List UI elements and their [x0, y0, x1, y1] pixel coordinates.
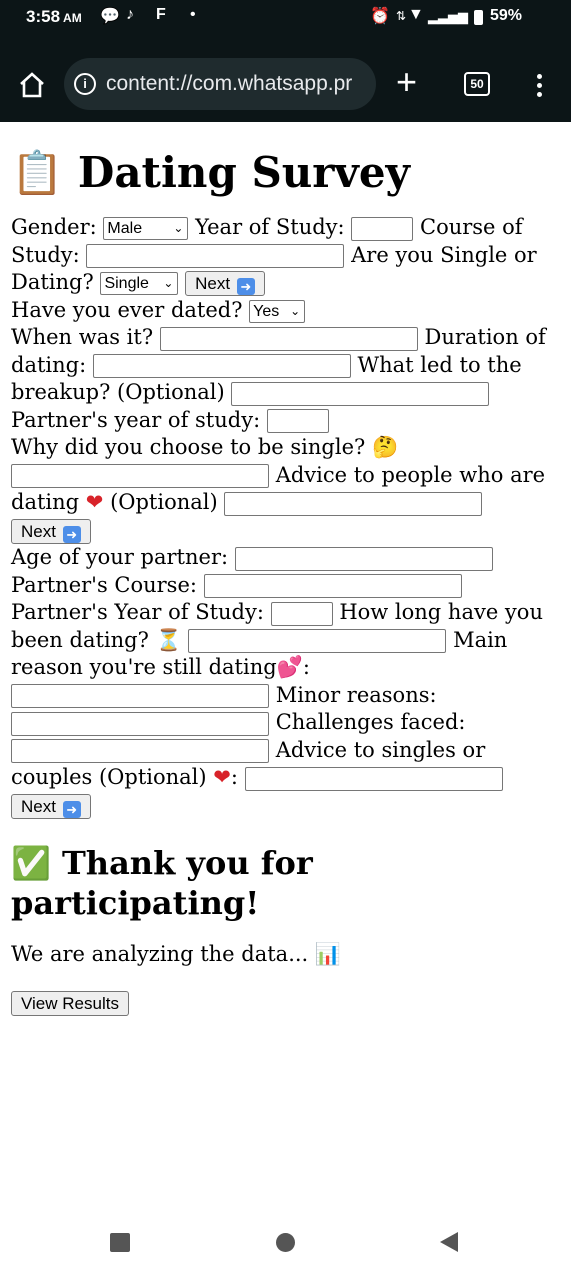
year-of-study-label: Year of Study: [195, 215, 345, 239]
chat-bubble-icon: 💬 [100, 8, 120, 25]
minor-reasons-label: Minor reasons: [275, 682, 437, 707]
browser-toolbar: i content://com.whatsapp.pr + 50 [0, 36, 571, 122]
data-arrows-icon: ⇅ [396, 9, 407, 23]
system-nav-bar [0, 1206, 571, 1280]
wifi-icon: ▼ [408, 6, 424, 23]
single-or-dating-select[interactable]: Single ⌄ [100, 272, 179, 295]
optional-label: (Optional) [110, 490, 218, 514]
partner-year-input[interactable] [266, 409, 329, 433]
signal-icon: ▂▃▅▆ [428, 9, 468, 24]
gender-select[interactable]: Male ⌄ [103, 217, 189, 240]
f-icon: F [156, 6, 166, 23]
partner-year-of-study-input[interactable] [270, 601, 333, 626]
page-content: 📋 Dating Survey Gender: Male ⌄ Year of St… [11, 128, 563, 1016]
back-icon[interactable] [440, 1232, 458, 1252]
tiktok-icon: ♪ [126, 6, 134, 23]
chevron-down-icon: ⌄ [163, 276, 174, 290]
hourglass-icon: ⏳ [155, 627, 182, 652]
address-bar[interactable]: i content://com.whatsapp.pr [64, 58, 376, 110]
chevron-down-icon: ⌄ [173, 221, 184, 235]
when-label: When was it? [11, 325, 154, 349]
dot-icon: • [190, 6, 196, 23]
how-long-input[interactable] [188, 629, 447, 653]
next-button-2[interactable]: Next ➜ [11, 518, 91, 544]
chevron-down-icon: ⌄ [290, 303, 301, 318]
ever-dated-label: Have you ever dated? [11, 297, 243, 322]
arrow-right-icon: ➜ [236, 278, 255, 295]
url-text: content://com.whatsapp.pr [106, 72, 353, 95]
view-results-button[interactable]: View Results [11, 990, 129, 1016]
analyzing-message: We are analyzing the data... 📊 [11, 942, 342, 966]
why-single-label: Why did you choose to be single? [11, 435, 366, 459]
next-button-1[interactable]: Next ➜ [185, 271, 265, 296]
minor-reasons-input[interactable] [11, 711, 269, 736]
advice-singles-input[interactable] [244, 766, 503, 791]
ever-dated-select[interactable]: Yes ⌄ [249, 299, 306, 323]
survey-form: Gender: Male ⌄ Year of Study: Course of S… [11, 215, 546, 819]
bar-chart-icon: 📊 [314, 942, 342, 966]
thinking-face-icon: 🤔 [371, 435, 399, 459]
menu-icon[interactable] [537, 74, 543, 101]
why-single-input[interactable] [11, 464, 269, 488]
new-tab-icon[interactable]: + [396, 64, 417, 100]
year-of-study-input[interactable] [351, 216, 414, 241]
advice-dating-input[interactable] [224, 491, 483, 516]
alarm-icon: ⏰ [370, 8, 390, 25]
main-reason-input[interactable] [11, 684, 269, 708]
age-partner-input[interactable] [234, 546, 493, 571]
challenges-input[interactable] [11, 739, 269, 763]
course-of-study-input[interactable] [86, 244, 345, 268]
two-hearts-icon: 💕 [276, 655, 303, 679]
duration-input[interactable] [92, 354, 351, 378]
status-bar: 3:58 AM 💬 ♪ F • ⏰ ⇅ ▼ ▂▃▅▆ 59% [0, 0, 571, 36]
tab-count-button[interactable]: 50 [464, 72, 490, 96]
status-time: 3:58 AM [26, 7, 82, 26]
partner-course-input[interactable] [203, 574, 462, 598]
heart-icon: ❤ [85, 490, 104, 514]
challenges-label: Challenges faced: [275, 710, 466, 734]
thanks-heading: ✅ Thank you for participating! [11, 844, 313, 922]
arrow-right-icon: ➜ [62, 800, 81, 818]
partner-course-label: Partner's Course: [11, 572, 197, 597]
info-icon[interactable]: i [74, 73, 96, 95]
home-circle-icon[interactable] [276, 1233, 295, 1252]
partner-year-label: Partner's year of study: [11, 407, 261, 432]
arrow-right-icon: ➜ [62, 525, 81, 543]
next-button-3[interactable]: Next ➜ [11, 793, 91, 819]
recent-apps-icon[interactable] [110, 1233, 130, 1252]
heart-icon: ❤ [213, 765, 231, 789]
age-partner-label: Age of your partner: [11, 545, 229, 569]
breakup-input[interactable] [231, 381, 490, 406]
battery-percent: 59% [490, 7, 523, 24]
partner-year-of-study-label: Partner's Year of Study: [11, 600, 264, 624]
home-icon[interactable] [18, 72, 46, 98]
page-title: 📋 Dating Survey [11, 148, 410, 197]
when-input[interactable] [159, 326, 418, 351]
battery-icon [474, 10, 483, 25]
check-mark-icon: ✅ [11, 844, 51, 882]
gender-label: Gender: [11, 215, 97, 239]
clipboard-icon: 📋 [11, 148, 64, 197]
